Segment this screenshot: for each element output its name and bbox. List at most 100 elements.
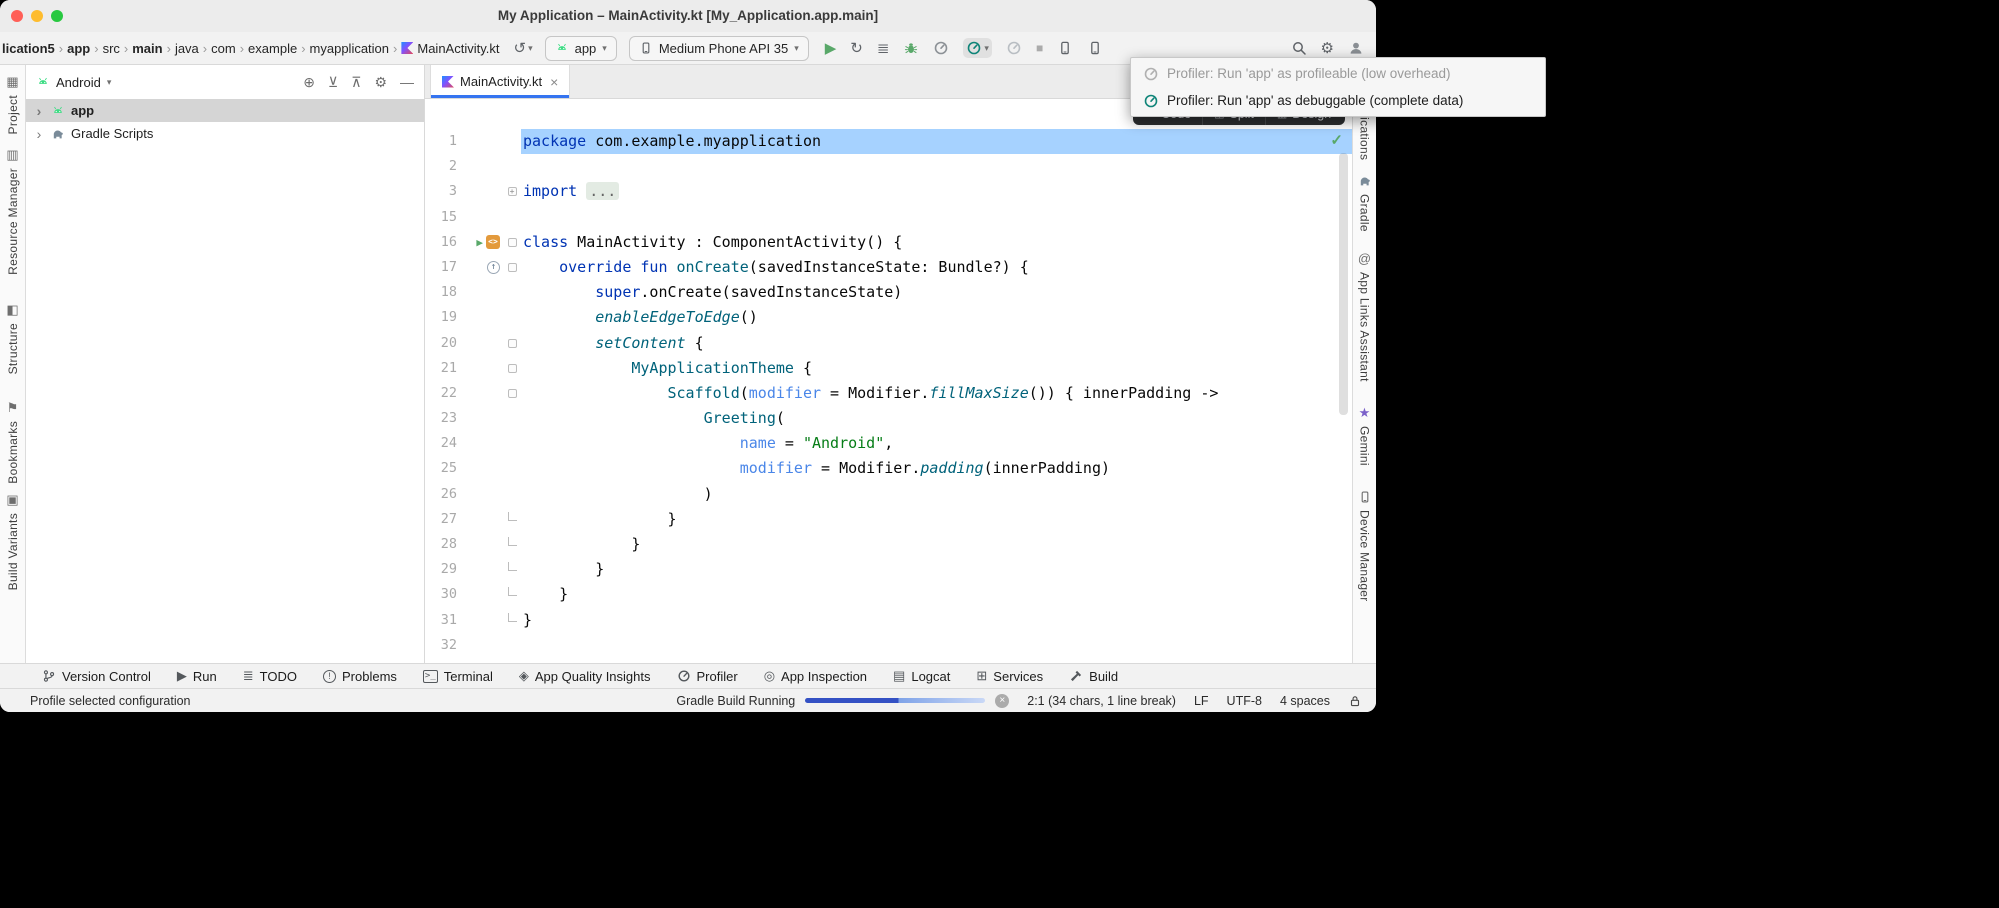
inspections-ok-icon[interactable]: ✓: [1330, 131, 1343, 149]
project-tree-item-app[interactable]: ›app: [26, 99, 424, 122]
line-number[interactable]: 21: [425, 356, 459, 381]
lock-icon[interactable]: [1348, 694, 1362, 708]
close-window-button[interactable]: [11, 10, 23, 22]
tool-stripe-gradle[interactable]: Gradle: [1358, 174, 1372, 232]
code-line[interactable]: 21 MyApplicationTheme {: [425, 356, 1352, 381]
code-line[interactable]: 27 }: [425, 507, 1352, 532]
minimize-window-button[interactable]: [31, 10, 43, 22]
fold-marker[interactable]: [508, 339, 517, 348]
caret-position-widget[interactable]: 2:1 (34 chars, 1 line break): [1027, 694, 1176, 708]
code-line[interactable]: 31}: [425, 608, 1352, 633]
line-number[interactable]: 20: [425, 331, 459, 356]
fold-marker[interactable]: [508, 263, 517, 272]
toolwindow-button-terminal[interactable]: >_Terminal: [423, 669, 493, 684]
fold-column[interactable]: [503, 456, 521, 481]
line-number[interactable]: 19: [425, 305, 459, 330]
settings-gear-icon[interactable]: ⚙: [1321, 39, 1334, 57]
code-line[interactable]: 20 setContent {: [425, 331, 1352, 356]
breadcrumb-item-java[interactable]: java: [175, 41, 199, 56]
line-number[interactable]: 30: [425, 582, 459, 607]
tool-stripe-app-links-assistant[interactable]: @App Links Assistant: [1358, 252, 1372, 382]
fold-column[interactable]: [503, 406, 521, 431]
collapse-all-icon[interactable]: ⊼: [351, 74, 361, 91]
fold-column[interactable]: +: [503, 179, 521, 204]
breadcrumb-item-example[interactable]: example: [248, 41, 297, 56]
chevron-right-icon[interactable]: ›: [33, 103, 45, 119]
toolwindow-button-app-inspection[interactable]: ◎App Inspection: [764, 668, 867, 684]
device-select[interactable]: Medium Phone API 35 ▾: [629, 36, 809, 61]
expand-all-icon[interactable]: ⊻: [328, 74, 338, 91]
fold-column[interactable]: [503, 154, 521, 179]
code-line[interactable]: 15: [425, 205, 1352, 230]
profile-button[interactable]: [933, 40, 949, 56]
code-line[interactable]: 28 }: [425, 532, 1352, 557]
code-editor[interactable]: 1package com.example.myapplication23+imp…: [425, 99, 1352, 663]
fold-column[interactable]: [503, 582, 521, 607]
project-view-select[interactable]: Android: [56, 75, 101, 90]
cancel-build-icon[interactable]: ×: [995, 694, 1009, 708]
code-line[interactable]: 16▶<>class MainActivity : ComponentActiv…: [425, 230, 1352, 255]
fold-marker[interactable]: [508, 389, 517, 398]
line-number[interactable]: 24: [425, 431, 459, 456]
fold-column[interactable]: [503, 255, 521, 280]
line-number[interactable]: 17: [425, 255, 459, 280]
code-line[interactable]: 3+import ...: [425, 179, 1352, 204]
code-line[interactable]: 30 }: [425, 582, 1352, 607]
fold-column[interactable]: [503, 356, 521, 381]
toolwindow-button-logcat[interactable]: ▤Logcat: [893, 668, 950, 684]
fold-marker[interactable]: [508, 364, 517, 373]
breadcrumb-item-lication5[interactable]: lication5: [2, 41, 55, 56]
tool-stripe-project[interactable]: ▦Project: [6, 75, 20, 134]
profiler-popup-item[interactable]: Profiler: Run 'app' as profileable (low …: [1131, 60, 1545, 87]
line-number[interactable]: 23: [425, 406, 459, 431]
toolwindow-button-problems[interactable]: !Problems: [323, 669, 397, 684]
profiler-dropdown-button[interactable]: ▾: [963, 38, 992, 58]
apply-changes-icon[interactable]: ≣: [877, 39, 890, 57]
zoom-window-button[interactable]: [51, 10, 63, 22]
rerun-icon[interactable]: ↻: [850, 39, 863, 57]
toolwindow-button-todo[interactable]: ≣TODO: [243, 668, 297, 684]
line-number[interactable]: 16: [425, 230, 459, 255]
tool-stripe-structure[interactable]: ◧Structure: [6, 303, 20, 374]
line-number[interactable]: 31: [425, 608, 459, 633]
fold-column[interactable]: [503, 482, 521, 507]
fold-column[interactable]: [503, 557, 521, 582]
hide-panel-icon[interactable]: —: [400, 74, 414, 90]
history-button[interactable]: ↺▾: [513, 39, 532, 57]
tool-stripe-resource-manager[interactable]: ▥Resource Manager: [6, 148, 20, 275]
fold-marker[interactable]: [508, 238, 517, 247]
fold-column[interactable]: [503, 633, 521, 658]
run-configuration-select[interactable]: app ▾: [545, 36, 617, 61]
breadcrumb-item-main[interactable]: main: [132, 41, 162, 56]
fold-column[interactable]: [503, 532, 521, 557]
profiler-session-icon[interactable]: [1006, 40, 1022, 56]
tool-stripe-bookmarks[interactable]: ⚑Bookmarks: [6, 401, 20, 484]
encoding-widget[interactable]: UTF-8: [1227, 694, 1262, 708]
toolwindow-button-app-quality-insights[interactable]: ◈App Quality Insights: [519, 668, 651, 684]
breadcrumb-item-com[interactable]: com: [211, 41, 236, 56]
profiler-popup-item[interactable]: Profiler: Run 'app' as debuggable (compl…: [1131, 87, 1545, 114]
editor-tab-mainactivity[interactable]: MainActivity.kt ×: [430, 65, 570, 98]
tool-stripe-gemini[interactable]: ★Gemini: [1358, 406, 1372, 466]
line-number[interactable]: 32: [425, 633, 459, 658]
line-number[interactable]: 25: [425, 456, 459, 481]
toolwindow-button-build[interactable]: Build: [1069, 669, 1118, 684]
code-line[interactable]: 22 Scaffold(modifier = Modifier.fillMaxS…: [425, 381, 1352, 406]
chevron-right-icon[interactable]: ›: [33, 126, 45, 142]
indent-widget[interactable]: 4 spaces: [1280, 694, 1330, 708]
line-number[interactable]: 15: [425, 205, 459, 230]
close-tab-icon[interactable]: ×: [550, 74, 558, 90]
select-opened-file-icon[interactable]: ⊕: [303, 74, 315, 91]
device-manager-icon[interactable]: [1057, 40, 1073, 56]
line-number[interactable]: 22: [425, 381, 459, 406]
run-button[interactable]: ▶: [825, 39, 837, 57]
fold-column[interactable]: [503, 331, 521, 356]
run-gutter-icon[interactable]: ▶: [476, 237, 483, 248]
fold-column[interactable]: [503, 431, 521, 456]
line-number[interactable]: 28: [425, 532, 459, 557]
fold-column[interactable]: [503, 381, 521, 406]
fold-column[interactable]: [503, 230, 521, 255]
debug-button[interactable]: [903, 40, 919, 56]
code-line[interactable]: 25 modifier = Modifier.padding(innerPadd…: [425, 456, 1352, 481]
toolwindow-button-run[interactable]: ▶Run: [177, 668, 217, 684]
